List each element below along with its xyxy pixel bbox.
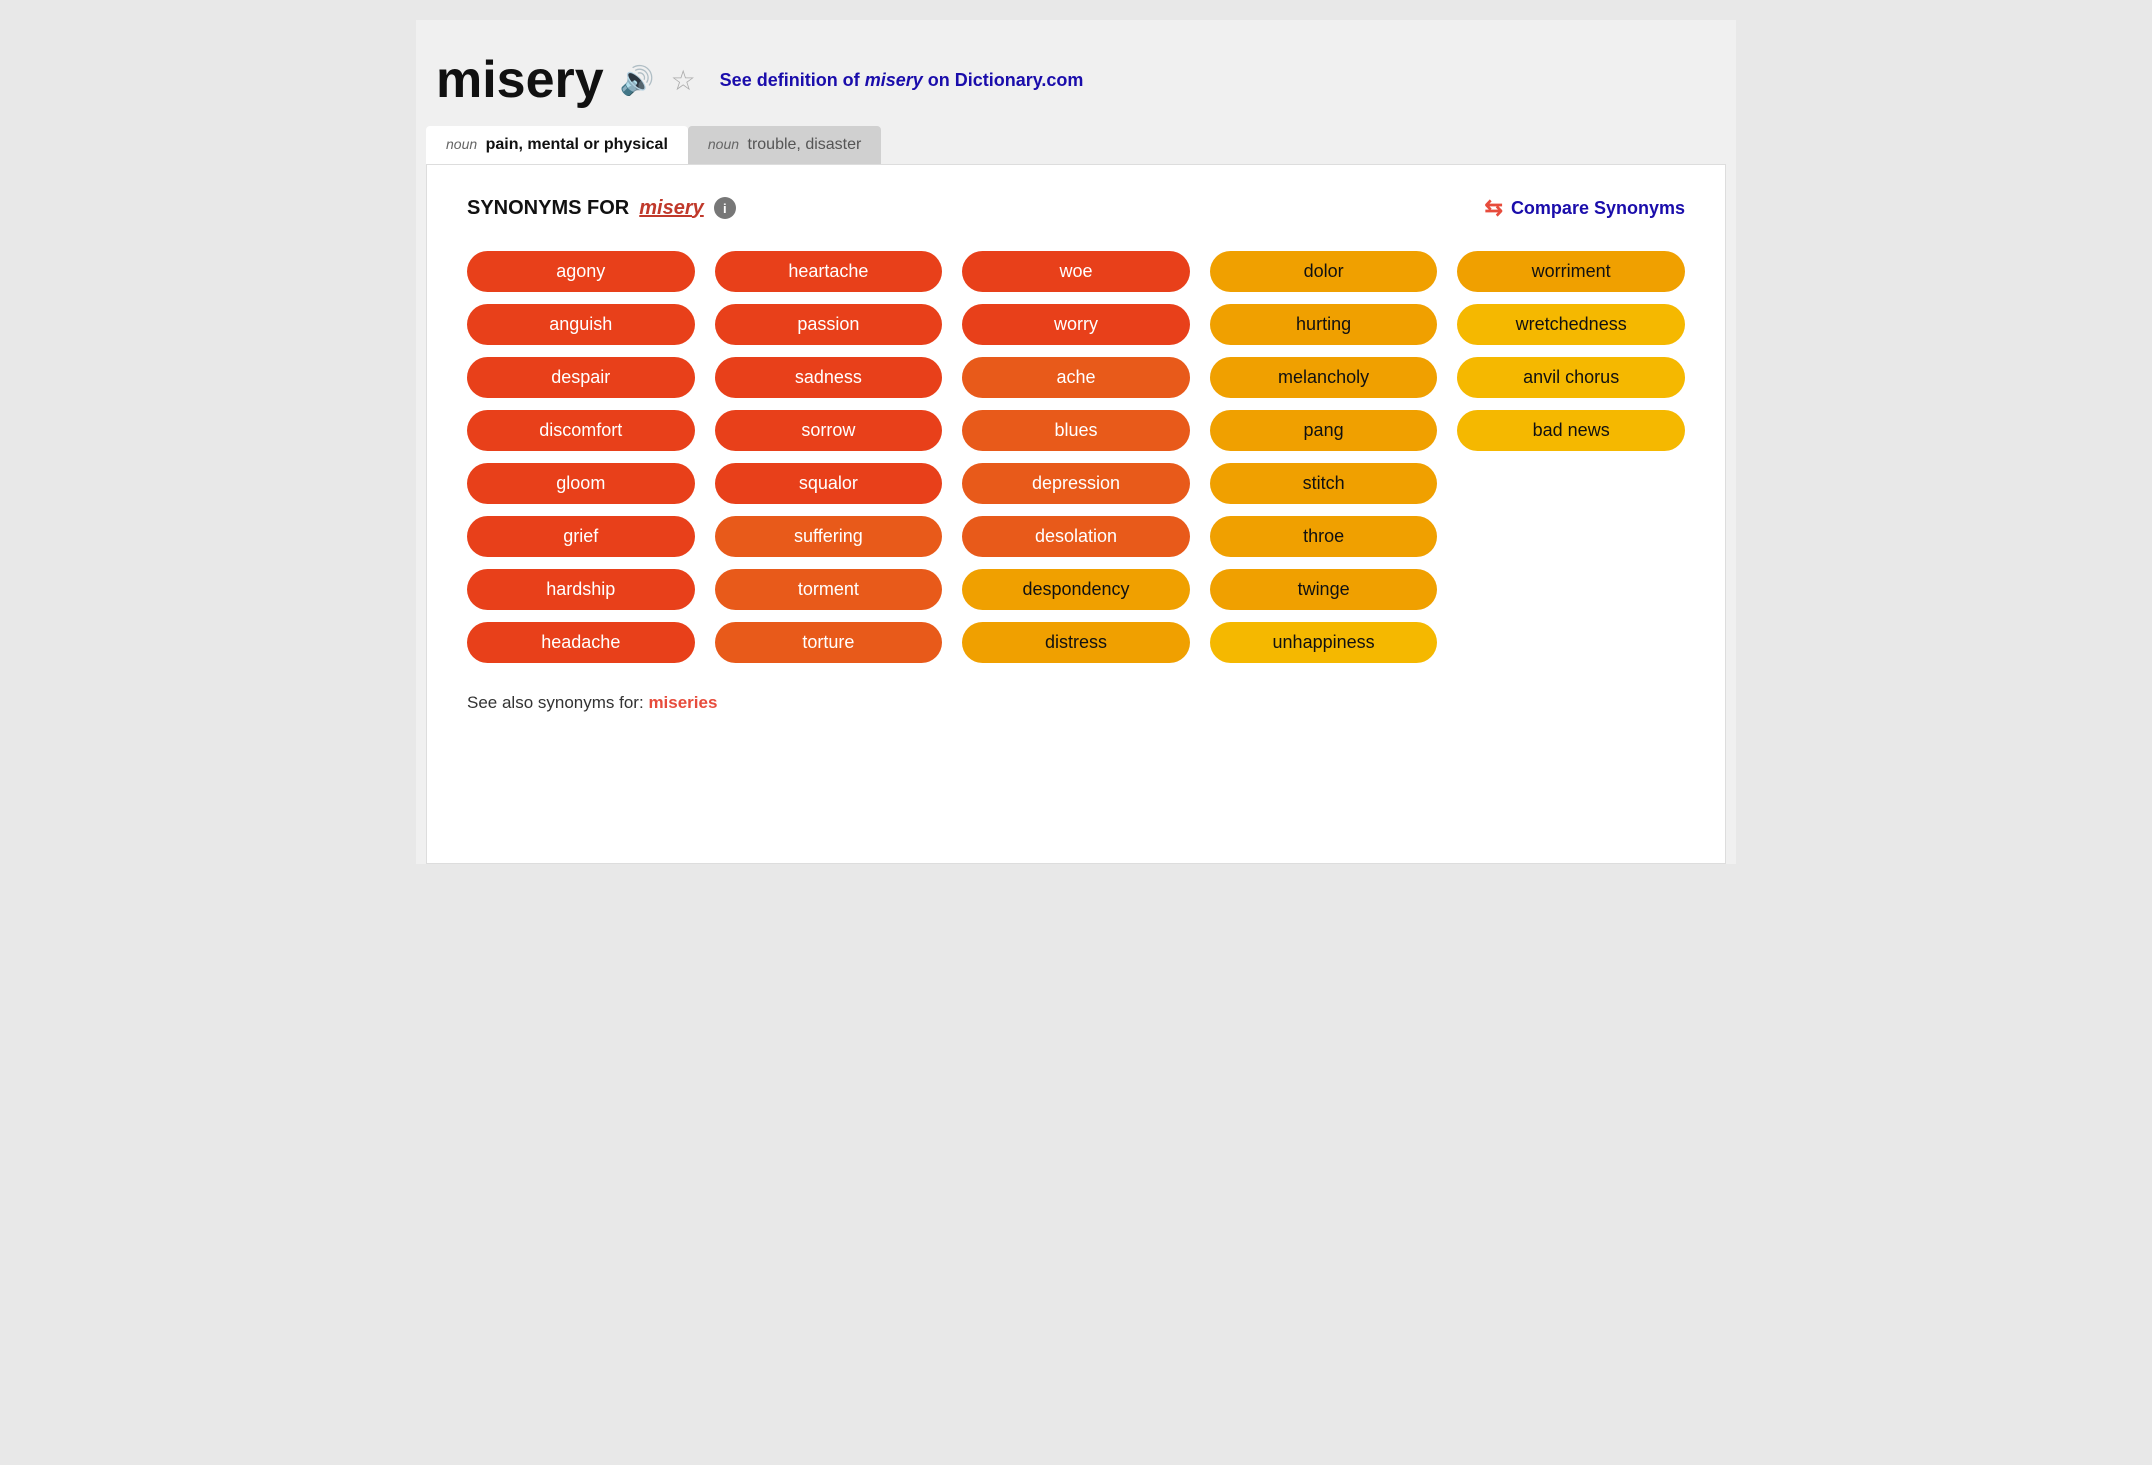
dict-link-prefix: See definition of [720, 70, 865, 90]
pill-distress[interactable]: distress [962, 622, 1190, 663]
pill-blues[interactable]: blues [962, 410, 1190, 451]
compare-synonyms-button[interactable]: ⇆ Compare Synonyms [1485, 195, 1686, 221]
synonym-column-2: heartache passion sadness sorrow squalor… [715, 251, 943, 663]
tab-pain-label: pain, mental or physical [486, 136, 668, 153]
pill-agony[interactable]: agony [467, 251, 695, 292]
pill-unhappiness[interactable]: unhappiness [1210, 622, 1438, 663]
pill-woe[interactable]: woe [962, 251, 1190, 292]
pill-discomfort[interactable]: discomfort [467, 410, 695, 451]
pill-sorrow[interactable]: sorrow [715, 410, 943, 451]
pill-worry[interactable]: worry [962, 304, 1190, 345]
pill-anvil-chorus[interactable]: anvil chorus [1457, 357, 1685, 398]
compare-synonyms-label: Compare Synonyms [1511, 198, 1685, 219]
main-card: SYNONYMS FOR misery i ⇆ Compare Synonyms… [426, 164, 1726, 864]
pill-despondency[interactable]: despondency [962, 569, 1190, 610]
synonym-column-3: woe worry ache blues depression desolati… [962, 251, 1190, 663]
synonym-column-5: worriment wretchedness anvil chorus bad … [1457, 251, 1685, 451]
pill-worriment[interactable]: worriment [1457, 251, 1685, 292]
pill-twinge[interactable]: twinge [1210, 569, 1438, 610]
speaker-icon[interactable]: 🔊 [620, 64, 655, 97]
tab-pain-type: noun [446, 136, 477, 152]
tab-pain[interactable]: noun pain, mental or physical [426, 126, 688, 164]
dictionary-link[interactable]: See definition of misery on Dictionary.c… [720, 70, 1084, 91]
see-also-section: See also synonyms for: miseries [467, 693, 1685, 713]
pill-ache[interactable]: ache [962, 357, 1190, 398]
pill-hardship[interactable]: hardship [467, 569, 695, 610]
pill-headache[interactable]: headache [467, 622, 695, 663]
pill-despair[interactable]: despair [467, 357, 695, 398]
pill-stitch[interactable]: stitch [1210, 463, 1438, 504]
tab-trouble[interactable]: noun trouble, disaster [688, 126, 881, 164]
page-wrapper: misery 🔊 ☆ See definition of misery on D… [416, 20, 1736, 864]
synonyms-for-label: SYNONYMS FOR [467, 197, 629, 220]
pill-heartache[interactable]: heartache [715, 251, 943, 292]
tabs-row: noun pain, mental or physical noun troub… [416, 126, 1736, 164]
pill-pang[interactable]: pang [1210, 410, 1438, 451]
info-icon[interactable]: i [714, 197, 736, 219]
pill-dolor[interactable]: dolor [1210, 251, 1438, 292]
synonym-column-1: agony anguish despair discomfort gloom g… [467, 251, 695, 663]
synonyms-header: SYNONYMS FOR misery i ⇆ Compare Synonyms [467, 195, 1685, 221]
tab-trouble-label: trouble, disaster [748, 136, 862, 153]
pill-anguish[interactable]: anguish [467, 304, 695, 345]
header-section: misery 🔊 ☆ See definition of misery on D… [416, 40, 1736, 126]
pill-melancholy[interactable]: melancholy [1210, 357, 1438, 398]
synonyms-title-group: SYNONYMS FOR misery i [467, 197, 736, 220]
pill-bad-news[interactable]: bad news [1457, 410, 1685, 451]
pill-depression[interactable]: depression [962, 463, 1190, 504]
pill-squalor[interactable]: squalor [715, 463, 943, 504]
pill-sadness[interactable]: sadness [715, 357, 943, 398]
see-also-link[interactable]: miseries [648, 693, 717, 712]
pill-gloom[interactable]: gloom [467, 463, 695, 504]
synonyms-grid: agony anguish despair discomfort gloom g… [467, 251, 1685, 663]
pill-throe[interactable]: throe [1210, 516, 1438, 557]
dict-link-suffix: on Dictionary.com [923, 70, 1084, 90]
pill-suffering[interactable]: suffering [715, 516, 943, 557]
pill-passion[interactable]: passion [715, 304, 943, 345]
pill-torment[interactable]: torment [715, 569, 943, 610]
pill-desolation[interactable]: desolation [962, 516, 1190, 557]
dict-link-word: misery [865, 70, 923, 90]
compare-arrows-icon: ⇆ [1485, 195, 1503, 221]
page-title: misery [436, 50, 604, 110]
tab-trouble-type: noun [708, 136, 739, 152]
pill-grief[interactable]: grief [467, 516, 695, 557]
see-also-text: See also synonyms for: [467, 693, 644, 712]
pill-hurting[interactable]: hurting [1210, 304, 1438, 345]
synonyms-word[interactable]: misery [639, 197, 704, 220]
synonym-column-4: dolor hurting melancholy pang stitch thr… [1210, 251, 1438, 663]
star-icon[interactable]: ☆ [671, 64, 696, 97]
pill-wretchedness[interactable]: wretchedness [1457, 304, 1685, 345]
pill-torture[interactable]: torture [715, 622, 943, 663]
